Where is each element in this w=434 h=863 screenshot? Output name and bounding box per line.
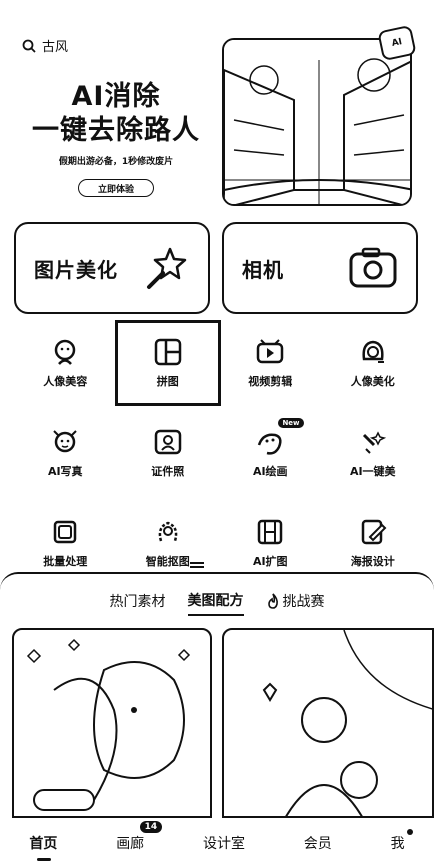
flame-icon <box>267 593 278 609</box>
video-icon <box>257 339 284 364</box>
tab-hot-materials[interactable]: 热门素材 <box>110 590 166 616</box>
tool-id-photo[interactable]: 证件照 <box>117 410 220 496</box>
tool-portrait-beautify[interactable]: 人像美化 <box>322 320 425 406</box>
tab-meitu-recipes[interactable]: 美图配方 <box>187 590 244 616</box>
nav-me[interactable]: 我 <box>385 828 413 857</box>
tool-label: 视频剪辑 <box>248 375 293 388</box>
camera-card[interactable]: 相机 <box>222 222 418 314</box>
tool-portrait-beauty[interactable]: 人像美容 <box>14 320 117 406</box>
tab-challenge[interactable]: 挑战赛 <box>266 590 325 616</box>
tool-ai-portrait[interactable]: AI写真 <box>14 410 117 496</box>
tool-label: 人像美容 <box>43 375 88 388</box>
tool-ai-one-tap[interactable]: AI一键美 <box>322 410 425 496</box>
nav-gallery[interactable]: 画廊 14 <box>110 820 163 857</box>
search-icon <box>22 39 36 53</box>
camera-label: 相机 <box>242 257 284 282</box>
poster-icon <box>361 519 387 545</box>
nav-design-studio[interactable]: 设计室 <box>197 829 251 857</box>
batch-icon <box>54 520 77 544</box>
tool-label: 智能抠图 <box>145 555 190 568</box>
banner-subtitle: 假期出游必备，1秒修改废片 <box>58 157 174 167</box>
face-icon <box>55 339 76 365</box>
portrait-illustration <box>26 638 191 811</box>
nav-membership[interactable]: 会员 <box>298 829 338 857</box>
search-hint[interactable]: 古风 <box>22 36 68 55</box>
magic-icon <box>362 431 386 454</box>
nav-member-label: 会员 <box>303 835 332 852</box>
street-illustration <box>224 40 410 204</box>
tool-video-edit[interactable]: 视频剪辑 <box>219 320 322 406</box>
magic-wand-icon <box>147 247 187 289</box>
tool-label: 人像美化 <box>350 375 395 388</box>
search-text: 古风 <box>42 40 69 55</box>
banner-title-2: 一键去除路人 <box>32 115 200 146</box>
expand-icon <box>258 519 283 545</box>
tool-label: AI写真 <box>47 465 83 478</box>
collage-icon <box>154 338 181 366</box>
nav-gallery-label: 画廊 <box>116 835 145 852</box>
nav-design-label: 设计室 <box>202 835 245 852</box>
tool-ai-paint[interactable]: New AI绘画 <box>219 410 322 496</box>
tool-label: AI一键美 <box>349 465 396 478</box>
feed-card-2[interactable] <box>222 628 434 818</box>
feed-card-1[interactable] <box>12 628 212 818</box>
ai-paint-icon <box>258 433 282 455</box>
photo-beautify-label: 图片美化 <box>34 257 118 282</box>
tool-label: 证件照 <box>151 465 185 478</box>
new-badge: New <box>278 418 304 428</box>
id-photo-icon <box>154 429 181 455</box>
gallery-badge: 14 <box>139 820 163 833</box>
tool-label: 拼图 <box>156 375 179 388</box>
cutout-icon <box>158 521 178 542</box>
nav-home[interactable]: 首页 <box>23 829 63 861</box>
tool-label: 海报设计 <box>350 555 395 568</box>
nav-home-label: 首页 <box>29 835 58 852</box>
tool-label: 批量处理 <box>43 555 88 568</box>
content-tabs: 热门素材 美图配方 挑战赛 <box>0 590 434 616</box>
notification-dot <box>406 828 413 835</box>
promo-banner-text[interactable]: AI消除 一键去除路人 假期出游必备，1秒修改废片 立即体验 <box>14 80 218 197</box>
camera-icon <box>349 247 397 288</box>
tool-label: AI绘画 <box>252 465 288 478</box>
portrait-icon <box>362 340 384 363</box>
tool-label: AI扩图 <box>252 555 288 568</box>
drag-handle[interactable] <box>190 562 204 568</box>
photo-beautify-card[interactable]: 图片美化 <box>14 222 210 314</box>
tools-grid: 人像美容 拼图 视频剪辑 人像美化 AI写真 证件照 New AI绘画 AI一键… <box>14 320 424 586</box>
banner-title-1: AI消除 <box>71 81 161 112</box>
banner-image[interactable] <box>222 38 412 206</box>
tool-collage[interactable]: 拼图 <box>114 320 221 406</box>
ai-portrait-icon <box>53 430 77 453</box>
portrait-illustration-2 <box>262 630 432 816</box>
tab-challenge-label: 挑战赛 <box>282 594 325 610</box>
nav-me-label: 我 <box>390 835 405 852</box>
banner-try-button[interactable]: 立即体验 <box>78 179 154 197</box>
bottom-nav: 首页 画廊 14 设计室 会员 我 <box>0 820 434 863</box>
